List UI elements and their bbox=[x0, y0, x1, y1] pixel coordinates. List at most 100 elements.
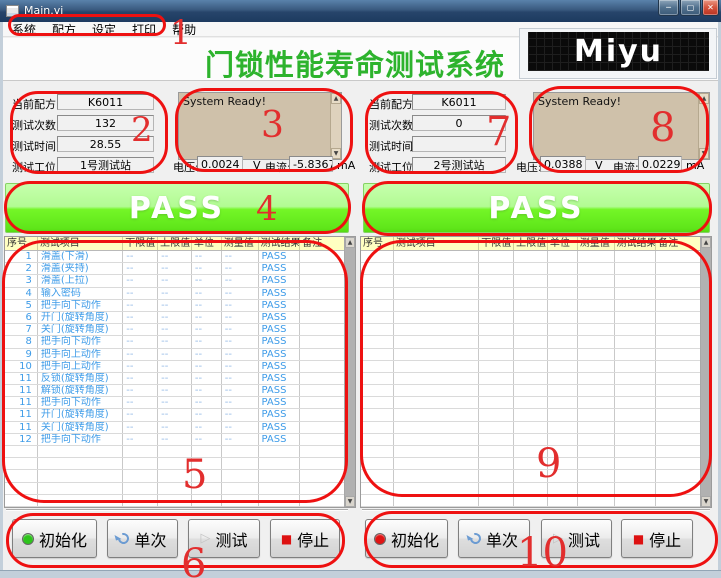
minimize-button[interactable]: ─ bbox=[658, 0, 679, 16]
window-frame-bottom bbox=[0, 570, 721, 578]
message-box[interactable]: System Ready! ▲ ▼ bbox=[178, 92, 342, 160]
current-field[interactable]: 0.0229 bbox=[638, 156, 682, 172]
scroll-up-icon[interactable]: ▲ bbox=[345, 237, 355, 248]
table-row[interactable] bbox=[361, 373, 700, 385]
table-cell: -- bbox=[123, 312, 158, 323]
table-row[interactable]: 2滑盖(夹持)--------PASS bbox=[5, 263, 344, 275]
table-row[interactable] bbox=[361, 470, 700, 482]
table-cell: 10 bbox=[5, 361, 38, 372]
table-row[interactable] bbox=[361, 446, 700, 458]
table-row[interactable] bbox=[5, 483, 344, 495]
table-row[interactable] bbox=[361, 288, 700, 300]
single-run-button[interactable]: 单次 bbox=[458, 519, 530, 558]
table-row[interactable] bbox=[361, 409, 700, 421]
close-button[interactable]: ✕ bbox=[702, 0, 719, 16]
scrollbar-thumb[interactable] bbox=[345, 248, 355, 496]
table-row[interactable]: 11反锁(旋转角度)--------PASS bbox=[5, 373, 344, 385]
initialize-button[interactable]: 初始化 bbox=[12, 519, 97, 558]
table-row[interactable]: 11关门(旋转角度)--------PASS bbox=[5, 422, 344, 434]
table-cell bbox=[479, 385, 514, 396]
scroll-up-icon[interactable]: ▲ bbox=[699, 93, 709, 104]
table-row[interactable] bbox=[361, 495, 700, 507]
menu-item-settings[interactable]: 设定 bbox=[92, 21, 116, 38]
message-scrollbar[interactable]: ▲ ▼ bbox=[330, 93, 341, 159]
stop-button[interactable]: ■ 停止 bbox=[621, 519, 693, 558]
table-row[interactable] bbox=[361, 263, 700, 275]
voltage-field[interactable]: 0.0024 bbox=[197, 156, 243, 172]
scroll-down-icon[interactable]: ▼ bbox=[699, 148, 709, 159]
table-row[interactable] bbox=[361, 275, 700, 287]
table-row[interactable] bbox=[361, 434, 700, 446]
table-row[interactable]: 9把手向上动作--------PASS bbox=[5, 349, 344, 361]
table-cell: 3 bbox=[5, 275, 38, 286]
table-row[interactable] bbox=[361, 312, 700, 324]
scroll-down-icon[interactable]: ▼ bbox=[345, 496, 355, 507]
table-row[interactable]: 3滑盖(上拉)--------PASS bbox=[5, 275, 344, 287]
table-row[interactable]: 11解锁(旋转角度)--------PASS bbox=[5, 385, 344, 397]
table-row[interactable]: 11开门(旋转角度)--------PASS bbox=[5, 409, 344, 421]
table-cell: PASS bbox=[259, 251, 301, 262]
voltage-field[interactable]: 0.0388 bbox=[540, 156, 586, 172]
table-row[interactable]: 1滑盖(下滑)--------PASS bbox=[5, 251, 344, 263]
table-cell bbox=[259, 446, 301, 457]
table-row[interactable]: 8把手向下动作--------PASS bbox=[5, 336, 344, 348]
test-button[interactable]: ▷ 测试 bbox=[541, 519, 612, 558]
test-button[interactable]: ▷ 测试 bbox=[188, 519, 260, 558]
message-scrollbar[interactable]: ▲ ▼ bbox=[698, 93, 709, 159]
table-row[interactable]: 10把手向上动作--------PASS bbox=[5, 361, 344, 373]
menu-item-help[interactable]: 帮助 bbox=[172, 21, 196, 38]
station-field[interactable]: 2号测试站 bbox=[412, 157, 506, 173]
message-box[interactable]: System Ready! ▲ ▼ bbox=[533, 92, 710, 160]
table-row[interactable] bbox=[361, 422, 700, 434]
initialize-button[interactable]: 初始化 bbox=[365, 519, 448, 558]
table-row[interactable] bbox=[5, 446, 344, 458]
single-run-button[interactable]: 单次 bbox=[107, 519, 178, 558]
recipe-field[interactable]: K6011 bbox=[57, 94, 154, 110]
table-cell: PASS bbox=[259, 397, 301, 408]
table-scrollbar[interactable]: ▲ ▼ bbox=[700, 237, 711, 507]
table-row[interactable]: 7关门(旋转角度)--------PASS bbox=[5, 324, 344, 336]
table-row[interactable] bbox=[361, 385, 700, 397]
menu-item-system[interactable]: 系统 bbox=[12, 21, 36, 38]
table-cell bbox=[222, 483, 259, 494]
table-row[interactable]: 6开门(旋转角度)--------PASS bbox=[5, 312, 344, 324]
table-row[interactable] bbox=[361, 336, 700, 348]
table-row[interactable]: 5把手向下动作--------PASS bbox=[5, 300, 344, 312]
table-row[interactable] bbox=[361, 458, 700, 470]
table-row[interactable] bbox=[5, 470, 344, 482]
table-cell bbox=[361, 434, 394, 445]
table-row[interactable] bbox=[361, 397, 700, 409]
time-field[interactable]: 28.55 bbox=[57, 136, 154, 152]
menu-item-print[interactable]: 打印 bbox=[132, 21, 156, 38]
table-row[interactable]: 4输入密码--------PASS bbox=[5, 288, 344, 300]
stop-button[interactable]: ■ 停止 bbox=[270, 519, 340, 558]
table-row[interactable] bbox=[361, 300, 700, 312]
table-row[interactable] bbox=[5, 495, 344, 507]
table-row[interactable]: 12把手向下动作--------PASS bbox=[5, 434, 344, 446]
current-field[interactable]: -5.8367 bbox=[289, 156, 333, 172]
table-row[interactable] bbox=[361, 251, 700, 263]
table-scrollbar[interactable]: ▲ ▼ bbox=[344, 237, 355, 507]
station-field[interactable]: 1号测试站 bbox=[57, 157, 154, 173]
recipe-field[interactable]: K6011 bbox=[412, 94, 506, 110]
count-field[interactable]: 0 bbox=[412, 115, 506, 131]
title-bar[interactable]: Main.vi ─ ▢ ✕ bbox=[0, 0, 721, 22]
table-cell bbox=[479, 397, 514, 408]
scrollbar-thumb[interactable] bbox=[701, 248, 711, 496]
table-cell: 反锁(旋转角度) bbox=[38, 373, 123, 384]
table-row[interactable] bbox=[361, 361, 700, 373]
table-row[interactable] bbox=[361, 483, 700, 495]
table-row[interactable] bbox=[361, 324, 700, 336]
scroll-up-icon[interactable]: ▲ bbox=[331, 93, 341, 104]
time-field[interactable] bbox=[412, 136, 506, 152]
table-row[interactable] bbox=[5, 458, 344, 470]
count-field[interactable]: 132 bbox=[57, 115, 154, 131]
table-row[interactable] bbox=[361, 349, 700, 361]
scroll-up-icon[interactable]: ▲ bbox=[701, 237, 711, 248]
table-cell bbox=[656, 263, 700, 274]
table-row[interactable]: 11把手向下动作--------PASS bbox=[5, 397, 344, 409]
scroll-down-icon[interactable]: ▼ bbox=[701, 496, 711, 507]
menu-item-recipe[interactable]: 配方 bbox=[52, 21, 76, 38]
maximize-button[interactable]: ▢ bbox=[680, 0, 701, 16]
table-cell: -- bbox=[222, 324, 259, 335]
